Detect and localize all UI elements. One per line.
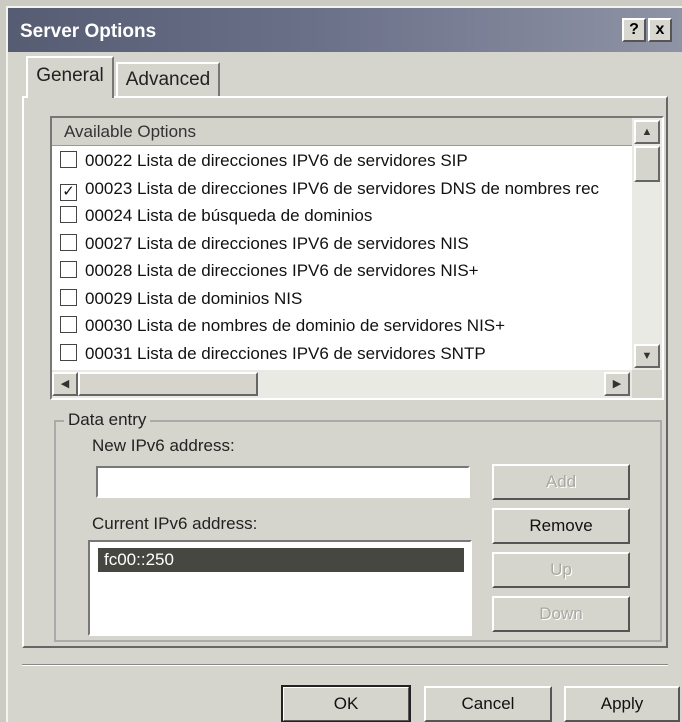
option-label: 00028 Lista de direcciones IPV6 de servi…	[85, 261, 479, 280]
tab-advanced[interactable]: Advanced	[116, 62, 220, 98]
option-label: 00023 Lista de direcciones IPV6 de servi…	[85, 178, 600, 198]
scroll-down-icon[interactable]: ▼	[634, 344, 660, 368]
horizontal-scrollbar[interactable]: ◀ ▶	[52, 370, 632, 398]
list-header: Available Options	[52, 118, 632, 146]
add-button[interactable]: Add	[492, 464, 630, 500]
vertical-scroll-thumb[interactable]	[634, 146, 660, 182]
scroll-up-icon[interactable]: ▲	[634, 120, 660, 144]
option-item[interactable]: 00031 Lista de direcciones IPV6 de servi…	[60, 341, 632, 367]
option-label: 00030 Lista de nombres de dominio de ser…	[85, 316, 506, 335]
new-address-label: New IPv6 address:	[92, 436, 235, 455]
option-item[interactable]: 00027 Lista de direcciones IPV6 de servi…	[60, 231, 632, 257]
option-item[interactable]: 00024 Lista de búsqueda de dominios	[60, 203, 632, 229]
footer-divider	[22, 664, 668, 666]
cancel-button[interactable]: Cancel	[424, 686, 552, 722]
checkbox-icon[interactable]	[60, 261, 77, 278]
checkbox-icon[interactable]	[60, 343, 77, 361]
new-address-input[interactable]	[96, 466, 470, 498]
option-label: 00029 Lista de dominios NIS	[85, 288, 303, 308]
title-bar: Server Options ? x	[8, 8, 682, 52]
scroll-corner	[632, 370, 662, 398]
checkbox-icon[interactable]	[60, 206, 77, 223]
close-button[interactable]: x	[648, 18, 672, 42]
option-label: 00027 Lista de direcciones IPV6 de servi…	[85, 233, 469, 253]
horizontal-scroll-thumb[interactable]	[78, 372, 258, 396]
checkbox-icon[interactable]	[60, 316, 77, 333]
checked-checkbox-icon[interactable]: ✓	[60, 183, 77, 201]
apply-button[interactable]: Apply	[564, 686, 680, 722]
option-item[interactable]: 00028 Lista de direcciones IPV6 de servi…	[60, 258, 632, 284]
remove-button[interactable]: Remove	[492, 508, 630, 544]
option-item[interactable]: 00029 Lista de dominios NIS	[60, 286, 632, 312]
vertical-scrollbar[interactable]: ▲ ▼	[632, 118, 662, 370]
scroll-left-icon[interactable]: ◀	[52, 372, 78, 396]
help-button[interactable]: ?	[622, 18, 646, 42]
option-item[interactable]: 00022 Lista de direcciones IPV6 de servi…	[60, 148, 632, 174]
up-button[interactable]: Up	[492, 552, 630, 588]
option-label: 00031 Lista de direcciones IPV6 de servi…	[85, 343, 486, 363]
ok-button[interactable]: OK	[281, 685, 411, 722]
tab-general[interactable]: General	[26, 56, 114, 98]
option-item[interactable]: 00030 Lista de nombres de dominio de ser…	[60, 313, 632, 339]
data-entry-legend: Data entry	[64, 410, 151, 430]
scroll-right-icon[interactable]: ▶	[604, 372, 630, 396]
option-label: 00022 Lista de direcciones IPV6 de servi…	[85, 151, 468, 170]
checkbox-icon[interactable]	[60, 288, 77, 306]
checkbox-icon[interactable]	[60, 151, 77, 168]
down-button[interactable]: Down	[492, 596, 630, 632]
current-address-label: Current IPv6 address:	[92, 514, 258, 533]
option-item[interactable]: ✓ 00023 Lista de direcciones IPV6 de serv…	[60, 176, 632, 202]
checkbox-icon[interactable]	[60, 233, 77, 251]
available-options-list[interactable]: Available Options 00022 Lista de direcci…	[50, 116, 664, 400]
dialog-title: Server Options	[20, 21, 157, 42]
option-label: 00024 Lista de búsqueda de dominios	[85, 206, 373, 225]
current-address-item[interactable]: fc00::250	[98, 548, 464, 572]
current-address-list[interactable]: fc00::250	[88, 540, 472, 636]
